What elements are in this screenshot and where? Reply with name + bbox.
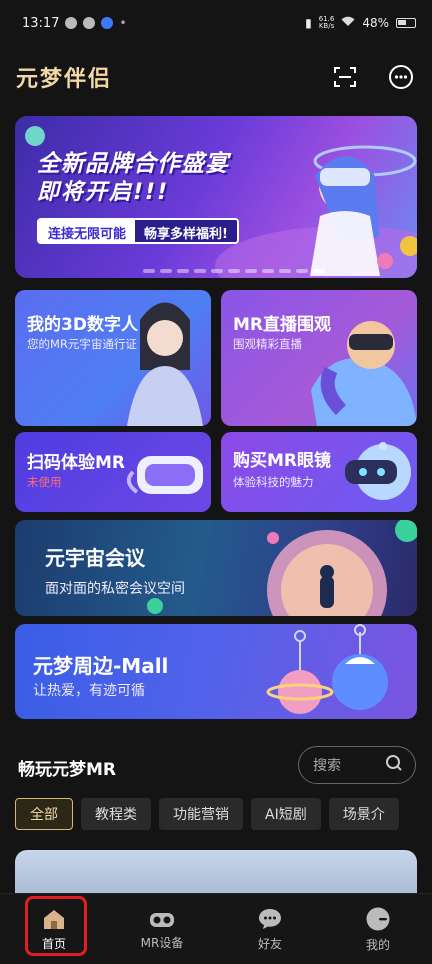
card-subtitle: 围观精彩直播 xyxy=(233,337,302,351)
carousel-dot[interactable] xyxy=(211,269,223,273)
banner-headline: 全新品牌合作盛宴 xyxy=(37,151,229,177)
carousel-indicator[interactable] xyxy=(143,269,325,273)
chat-icon xyxy=(259,908,281,929)
net-speed: 61.6 KB/s xyxy=(318,15,335,30)
vibrate-icon: ▮ xyxy=(305,16,312,30)
more-dots-icon: • xyxy=(119,16,127,30)
card-subtitle: 面对面的私密会议空间 xyxy=(45,581,185,597)
digital-human-card[interactable]: 我的3D数字人 您的MR元宇宙通行证 xyxy=(15,290,211,426)
banner-tags: 连接无限可能 畅享多样福利! xyxy=(37,218,239,244)
card-subtitle: 体验科技的魅力 xyxy=(233,475,314,489)
promo-banner[interactable]: 全新品牌合作盛宴 即将开启!!! 连接无限可能 畅享多样福利! xyxy=(15,116,417,278)
nav-label: MR设备 xyxy=(140,935,184,950)
category-chip[interactable]: AI短剧 xyxy=(251,798,321,830)
carousel-dot[interactable] xyxy=(143,269,155,273)
card-title: 元宇宙会议 xyxy=(45,546,145,570)
notification-icon xyxy=(65,17,78,29)
card-title: 扫码体验MR xyxy=(27,453,126,473)
metaverse-meeting-card[interactable]: 元宇宙会议 面对面的私密会议空间 xyxy=(15,520,417,616)
status-time: 13:17 xyxy=(22,15,60,31)
category-chip[interactable]: 功能营销 xyxy=(159,798,243,830)
carousel-dot[interactable] xyxy=(296,269,308,273)
nav-label: 首页 xyxy=(41,936,66,951)
search-icon xyxy=(385,754,403,776)
robot-mascot-illustration xyxy=(345,442,411,500)
carousel-dot[interactable] xyxy=(194,269,206,273)
app-notification-icon xyxy=(101,17,114,29)
carousel-dot[interactable] xyxy=(160,269,172,273)
card-subtitle: 您的MR元宇宙通行证 xyxy=(27,337,137,351)
vr-headset-icon xyxy=(150,912,174,927)
nav-friends[interactable]: 好友 xyxy=(216,894,324,964)
nav-label: 好友 xyxy=(257,936,282,951)
bottom-nav: 首页 MR设备 好友 我的 xyxy=(0,893,432,964)
home-icon xyxy=(44,909,64,929)
carousel-dot[interactable] xyxy=(228,269,240,273)
buy-glasses-card[interactable]: 购买MR眼镜 体验科技的魅力 xyxy=(221,432,417,512)
card-title: 购买MR眼镜 xyxy=(233,451,332,471)
carousel-dot[interactable] xyxy=(245,269,257,273)
scan-mr-card[interactable]: 扫码体验MR 未使用 xyxy=(15,432,211,512)
search-input[interactable]: 搜索 xyxy=(298,746,416,784)
nav-home[interactable]: 首页 xyxy=(0,894,108,964)
status-bar: 13:17 • ▮ 61.6 KB/s 48% xyxy=(0,0,432,46)
carousel-dot[interactable] xyxy=(313,269,325,273)
banner-tag: 连接无限可能 xyxy=(39,220,136,242)
banner-tag: 畅享多样福利! xyxy=(135,220,237,242)
card-title: 元梦周边-Mall xyxy=(33,654,169,678)
status-badge: 未使用 xyxy=(27,475,62,489)
category-chip[interactable]: 教程类 xyxy=(81,798,151,830)
nav-label: 我的 xyxy=(365,937,390,952)
card-title: MR直播围观 xyxy=(233,315,332,335)
category-tabs: 全部 教程类 功能营销 AI短剧 场景介 xyxy=(15,798,432,832)
mall-card[interactable]: 元梦周边-Mall 让热爱，有迹可循 xyxy=(15,624,417,719)
message-icon[interactable] xyxy=(386,62,416,92)
app-header: 元梦伴侣 xyxy=(0,52,432,102)
app-title: 元梦伴侣 xyxy=(16,66,113,92)
search-placeholder: 搜索 xyxy=(313,758,341,774)
category-chip[interactable]: 场景介 xyxy=(328,798,399,830)
nav-mr-device[interactable]: MR设备 xyxy=(108,894,216,964)
notification-icon xyxy=(83,17,96,29)
section-title: 畅玩元梦MR xyxy=(18,760,117,780)
scan-icon[interactable] xyxy=(330,62,360,92)
card-subtitle: 让热爱，有迹可循 xyxy=(33,683,145,699)
banner-subheadline: 即将开启!!! xyxy=(37,180,170,205)
mr-live-card[interactable]: MR直播围观 围观精彩直播 xyxy=(221,290,417,426)
wifi-icon xyxy=(341,16,355,30)
battery-percent: 48% xyxy=(362,16,389,30)
profile-icon xyxy=(366,907,390,930)
card-title: 我的3D数字人 xyxy=(27,315,138,335)
carousel-dot[interactable] xyxy=(279,269,291,273)
carousel-dot[interactable] xyxy=(177,269,189,273)
carousel-dot[interactable] xyxy=(262,269,274,273)
category-chip[interactable]: 全部 xyxy=(15,798,73,830)
battery-icon xyxy=(396,18,416,28)
nav-profile[interactable]: 我的 xyxy=(324,894,432,964)
